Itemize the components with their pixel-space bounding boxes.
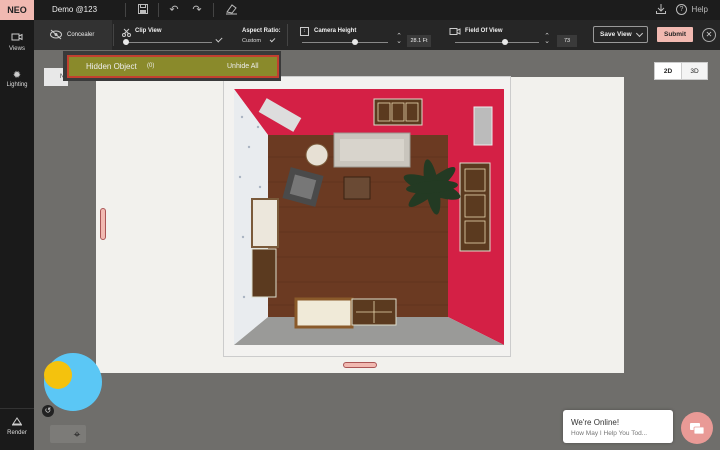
chevron-down-icon[interactable] — [215, 35, 223, 43]
chevron-down-icon — [635, 29, 644, 38]
field-of-view-value[interactable]: 73 — [557, 35, 577, 47]
sun-position-marker[interactable] — [44, 361, 72, 389]
sidebar-item-lighting[interactable]: ✹ Lighting — [0, 70, 34, 88]
view-2d-button[interactable]: 2D — [654, 62, 681, 80]
field-of-view-slider-knob[interactable] — [502, 39, 509, 45]
camera-height-slider[interactable] — [302, 42, 388, 43]
eraser-icon[interactable] — [224, 3, 238, 17]
crosshair-icon[interactable]: ⌖ — [70, 427, 84, 441]
top-bar: NEO Demo @123 ↶ ↷ ? Help — [0, 0, 720, 20]
camera-icon — [449, 27, 461, 38]
camera-height-stepper[interactable]: ⌃ ⌄ — [395, 33, 403, 45]
field-of-view-stepper[interactable]: ⌃ ⌄ — [543, 33, 551, 45]
camera-height-slider-knob[interactable] — [352, 39, 359, 45]
divider — [213, 3, 214, 17]
save-view-button[interactable]: Save View — [593, 26, 648, 43]
project-name[interactable]: Demo @123 — [52, 0, 97, 20]
reset-rotation-icon[interactable]: ↺ — [42, 405, 54, 417]
hidden-object-row[interactable]: Hidden Object (0) Unhide All — [67, 55, 279, 78]
download-icon[interactable] — [654, 3, 668, 17]
chat-title: We're Online! — [571, 418, 620, 427]
chat-popup[interactable]: We're Online! How May I Help You Tod... — [563, 410, 673, 443]
left-sidebar: Views ✹ Lighting Render — [0, 20, 34, 450]
field-of-view-label: Field Of View — [465, 28, 503, 34]
video-camera-icon — [0, 32, 34, 46]
view-toolbar: Concealer Clip View Aspect Ratio: Custom… — [34, 20, 720, 50]
help-link[interactable]: Help — [692, 0, 708, 20]
view-3d-button[interactable]: 3D — [681, 62, 708, 80]
render-icon — [0, 416, 34, 430]
divider — [158, 3, 159, 17]
aspect-ratio-select[interactable]: Custom — [242, 38, 261, 44]
divider — [113, 24, 114, 46]
sidebar-item-views[interactable]: Views — [0, 32, 34, 52]
aspect-ratio-label: Aspect Ratio: — [242, 28, 281, 34]
concealer-tab[interactable]: Concealer — [34, 20, 112, 50]
camera-height-label: Camera Height — [314, 28, 357, 34]
help-icon[interactable]: ? — [676, 4, 687, 15]
sidebar-item-label: Render — [7, 430, 27, 436]
sun-icon: ✹ — [12, 70, 22, 81]
field-of-view-slider[interactable] — [455, 42, 539, 43]
unhide-all-button[interactable]: Unhide All — [227, 63, 259, 70]
chevron-down-icon[interactable] — [269, 36, 276, 43]
height-icon: ↕ — [300, 27, 309, 36]
clip-view-slider-knob[interactable] — [123, 39, 129, 45]
chat-bubble-icon — [690, 422, 705, 440]
bottom-resize-handle[interactable] — [343, 362, 377, 368]
room-render — [224, 77, 510, 356]
hidden-object-count: (0) — [147, 63, 155, 69]
submit-button[interactable]: Submit — [657, 27, 693, 42]
room-view[interactable] — [223, 76, 511, 357]
sidebar-item-label: Lighting — [6, 82, 28, 88]
redo-icon[interactable]: ↷ — [190, 3, 204, 17]
save-icon[interactable] — [136, 3, 150, 17]
clip-view-label: Clip View — [135, 28, 162, 34]
hidden-object-label: Hidden Object — [86, 62, 137, 71]
divider — [125, 3, 126, 17]
close-icon[interactable]: ✕ — [702, 28, 716, 42]
sidebar-item-render[interactable]: Render — [0, 416, 34, 436]
camera-height-value[interactable]: 28.1 Ft — [407, 35, 431, 47]
app-logo: NEO — [0, 0, 34, 20]
divider — [287, 24, 288, 46]
chat-launcher-button[interactable] — [681, 412, 713, 444]
sidebar-item-label: Views — [9, 46, 25, 52]
left-resize-handle[interactable] — [100, 208, 106, 240]
concealer-label: Concealer — [67, 32, 95, 38]
undo-icon[interactable]: ↶ — [167, 3, 181, 17]
eye-slash-icon — [49, 29, 63, 42]
divider — [0, 408, 34, 409]
scissors-icon — [122, 28, 131, 39]
chat-subtitle: How May I Help You Tod... — [571, 430, 648, 437]
clip-view-slider[interactable] — [126, 42, 212, 43]
save-view-label: Save View — [600, 31, 632, 38]
